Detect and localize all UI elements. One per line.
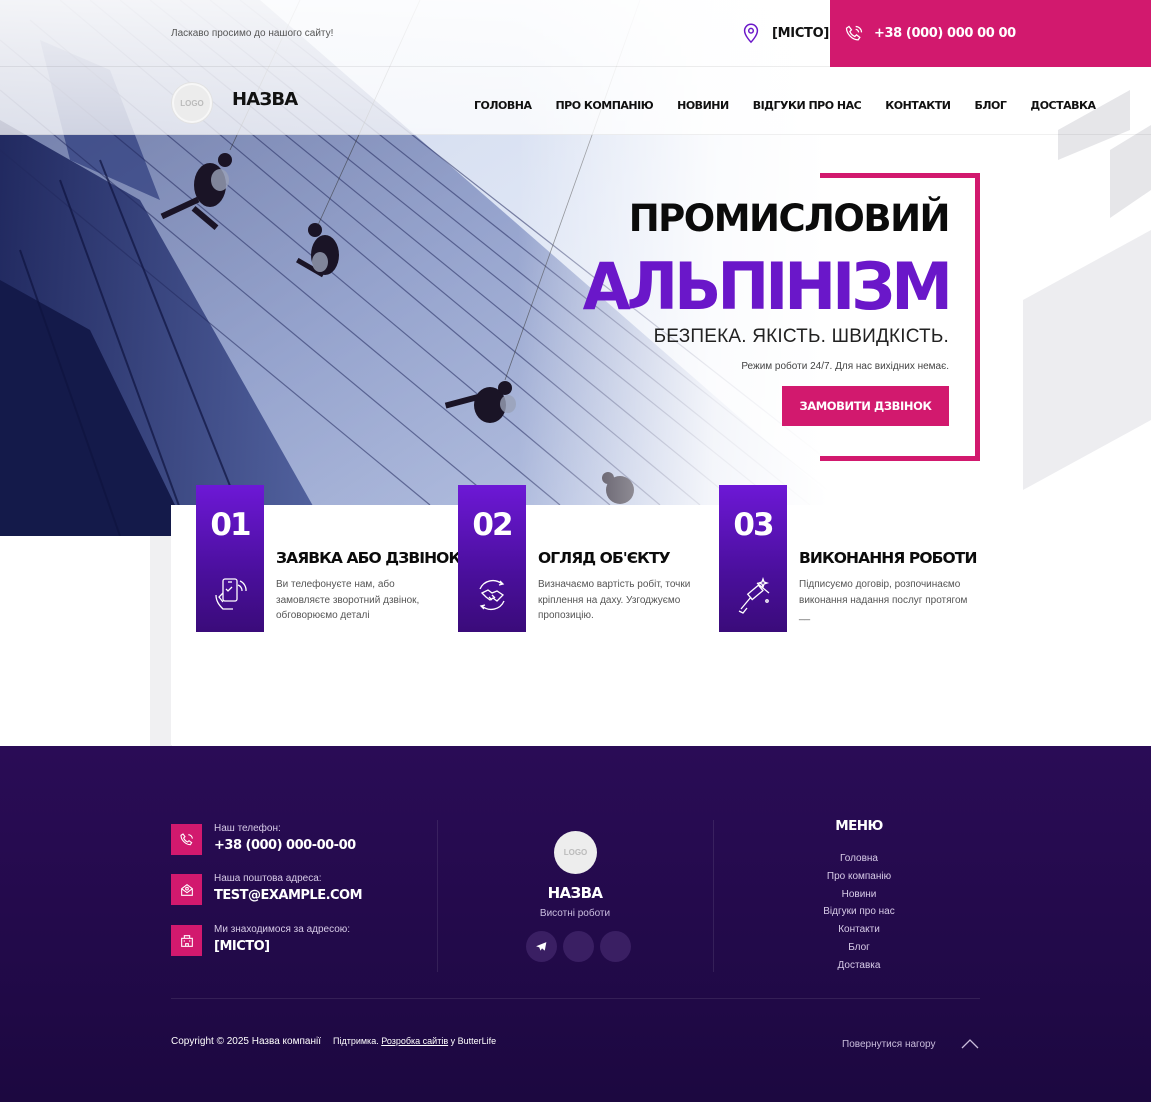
step-number: 02 [472,507,513,543]
contact-value: [МІСТО] [214,939,270,954]
window-squeegee-icon [738,576,770,614]
social-button-3[interactable] [600,931,631,962]
welcome-text: Ласкаво просимо до нашого сайту! [171,28,334,39]
decorative-shapes [1023,90,1151,490]
step-description: Визначаємо вартість робіт, точки кріплен… [538,579,691,621]
step-card: 03 [719,485,787,632]
phone-icon [179,832,193,845]
support-suffix: у ButterLife [450,1036,497,1046]
footer-separator [171,998,980,999]
building-icon [180,934,193,947]
nav-item-blog[interactable]: БЛОГ [975,99,1007,112]
footer-logo[interactable]: LOGO [554,831,597,874]
footer-divider-left [437,820,438,972]
phone-icon [845,25,863,40]
footer-building-icon-box [171,925,202,956]
main-nav: ГОЛОВНА ПРО КОМПАНІЮ НОВИНИ ВІДГУКИ ПРО … [474,99,1120,112]
page-bottom-edge [0,1102,1151,1114]
support-prefix: Підтримка. [333,1036,379,1046]
header-phone[interactable]: +38 (000) 000 00 00 [830,0,1151,67]
main-header: LOGO НАЗВА ГОЛОВНА ПРО КОМПАНІЮ НОВИНИ В… [0,67,1151,135]
step-number: 03 [733,507,774,543]
footer-menu-blog[interactable]: Блог [760,941,958,959]
footer-divider-right [713,820,714,972]
nav-item-delivery[interactable]: ДОСТАВКА [1030,99,1096,112]
logo[interactable]: LOGO [172,83,212,123]
footer-menu-title: МЕНЮ [835,818,883,834]
nav-item-contacts[interactable]: КОНТАКТИ [885,99,951,112]
chevron-up-icon[interactable] [960,1036,980,1050]
order-call-button[interactable]: ЗАМОВИТИ ДЗВІНОК [782,386,949,426]
hero-title-line2: АЛЬПІНІЗМ [582,248,953,325]
hero-subtitle: БЕЗПЕКА. ЯКІСТЬ. ШВИДКІСТЬ. [653,326,949,347]
city-selector[interactable]: [МІСТО] [740,22,829,44]
contact-label: Наша поштова адреса: [214,873,322,884]
step-title: ВИКОНАННЯ РОБОТИ [799,549,977,567]
step-3: 03 ВИКОНАННЯ РОБОТИ Підписуємо договір, … [719,485,979,635]
support-text: Підтримка. Розробка сайтів у ButterLife [333,1036,496,1046]
nav-item-reviews[interactable]: ВІДГУКИ ПРО НАС [753,99,862,112]
footer-menu-delivery[interactable]: Доставка [760,959,958,977]
telegram-icon [536,942,547,951]
social-button-2[interactable] [563,931,594,962]
step-2: 02 ОГЛЯД ОБ'ЄКТУ Визначаємо вартість роб… [458,485,718,635]
footer-menu-reviews[interactable]: Відгуки про нас [760,905,958,923]
city-label: [МІСТО] [772,25,830,41]
step-number: 01 [210,507,251,543]
hero-title-line1: ПРОМИСЛОВИЙ [628,197,951,240]
top-bar: Ласкаво просимо до нашого сайту! [МІСТО]… [0,0,1151,67]
footer-brand-name: НАЗВА [547,884,603,902]
nav-item-news[interactable]: НОВИНИ [677,99,729,112]
step-description: Підписуємо договір, розпочинаємо виконан… [799,579,968,621]
back-to-top-link[interactable]: Повернутися нагору [842,1039,935,1050]
nav-item-home[interactable]: ГОЛОВНА [474,99,532,112]
step-title: ОГЛЯД ОБ'ЄКТУ [538,549,671,567]
footer-menu: Головна Про компанію Новини Відгуки про … [760,852,958,977]
steps-side-accent [150,536,172,746]
handshake-icon [479,579,505,611]
step-card: 02 [458,485,526,632]
brand-name[interactable]: НАЗВА [232,89,298,110]
mail-icon [180,883,193,896]
step-1: 01 ЗАЯВКА АБО ДЗВІНОК Ви телефонуєте нам… [196,485,461,635]
footer-menu-news[interactable]: Новини [760,888,958,906]
hero-note: Режим роботи 24/7. Для нас вихідних нема… [741,361,949,372]
footer-tagline: Висотні роботи [539,908,611,919]
phone-in-hand-icon [215,578,247,610]
footer-menu-home[interactable]: Головна [760,852,958,870]
footer-mail-icon-box [171,874,202,905]
step-title: ЗАЯВКА АБО ДЗВІНОК [276,549,461,567]
location-pin-icon [743,23,759,44]
step-card: 01 [196,485,264,632]
contact-label: Ми знаходимося за адресою: [214,924,351,935]
footer-menu-contacts[interactable]: Контакти [760,923,958,941]
developer-link[interactable]: Розробка сайтів [381,1036,448,1046]
telegram-button[interactable] [526,931,557,962]
nav-item-about[interactable]: ПРО КОМПАНІЮ [555,99,653,112]
footer-phone-icon-box [171,824,202,855]
contact-value: TEST@EXAMPLE.COM [214,888,363,903]
contact-label: Наш телефон: [214,823,281,834]
header-phone-number: +38 (000) 000 00 00 [874,26,1016,41]
footer-menu-about[interactable]: Про компанію [760,870,958,888]
contact-value: +38 (000) 000-00-00 [214,838,356,853]
step-description: Ви телефонуєте нам, або замовляєте зворо… [276,579,420,621]
copyright-text: Copyright © 2025 Назва компанії [171,1036,321,1047]
